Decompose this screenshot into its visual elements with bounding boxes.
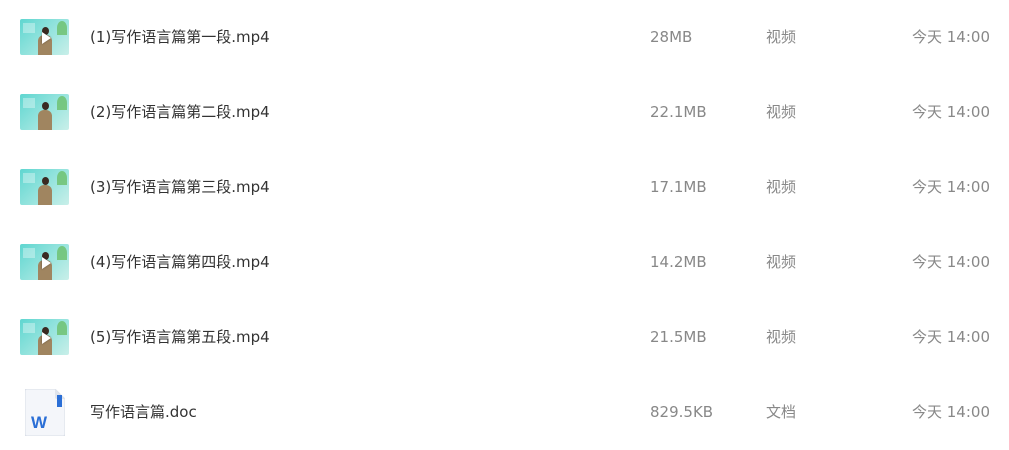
video-thumbnail-icon (20, 319, 69, 355)
file-size: 21.5MB (650, 328, 707, 346)
play-icon (42, 332, 51, 344)
file-type: 视频 (766, 253, 797, 271)
file-modified-time: 今天 14:00 (912, 328, 990, 346)
file-size: 17.1MB (650, 178, 707, 196)
file-type: 视频 (766, 328, 797, 346)
word-document-icon: W (25, 389, 65, 436)
play-icon (42, 32, 51, 44)
video-thumbnail-icon (20, 244, 69, 280)
video-thumbnail-icon (20, 19, 69, 55)
file-modified-time: 今天 14:00 (912, 178, 990, 196)
file-modified-time: 今天 14:00 (912, 403, 990, 421)
file-type: 文档 (766, 403, 797, 421)
file-row-3[interactable]: (3)写作语言篇第三段.mp4 17.1MB 视频 今天 14:00 (0, 150, 1009, 225)
file-modified-time: 今天 14:00 (912, 103, 990, 121)
video-thumbnail-icon (20, 94, 69, 130)
file-list: (1)写作语言篇第一段.mp4 28MB 视频 今天 14:00 (2)写作语言… (0, 0, 1009, 448)
file-type: 视频 (766, 28, 797, 46)
file-name[interactable]: 写作语言篇.doc (90, 375, 197, 450)
file-size: 829.5KB (650, 403, 714, 421)
file-modified-time: 今天 14:00 (912, 28, 990, 46)
file-name[interactable]: (3)写作语言篇第三段.mp4 (90, 150, 270, 225)
file-size: 28MB (650, 28, 693, 46)
file-size: 14.2MB (650, 253, 707, 271)
svg-text:W: W (31, 413, 48, 432)
file-row-6[interactable]: W 写作语言篇.doc 829.5KB 文档 今天 14:00 (0, 375, 1009, 450)
file-row-2[interactable]: (2)写作语言篇第二段.mp4 22.1MB 视频 今天 14:00 (0, 75, 1009, 150)
file-modified-time: 今天 14:00 (912, 253, 990, 271)
file-type: 视频 (766, 103, 797, 121)
file-row-4[interactable]: (4)写作语言篇第四段.mp4 14.2MB 视频 今天 14:00 (0, 225, 1009, 300)
file-size: 22.1MB (650, 103, 707, 121)
file-name[interactable]: (4)写作语言篇第四段.mp4 (90, 225, 270, 300)
file-row-1[interactable]: (1)写作语言篇第一段.mp4 28MB 视频 今天 14:00 (0, 0, 1009, 75)
file-name[interactable]: (1)写作语言篇第一段.mp4 (90, 0, 270, 75)
file-name[interactable]: (2)写作语言篇第二段.mp4 (90, 75, 270, 150)
file-name[interactable]: (5)写作语言篇第五段.mp4 (90, 300, 270, 375)
video-thumbnail-icon (20, 169, 69, 205)
file-type: 视频 (766, 178, 797, 196)
play-icon (42, 257, 51, 269)
file-row-5[interactable]: (5)写作语言篇第五段.mp4 21.5MB 视频 今天 14:00 (0, 300, 1009, 375)
